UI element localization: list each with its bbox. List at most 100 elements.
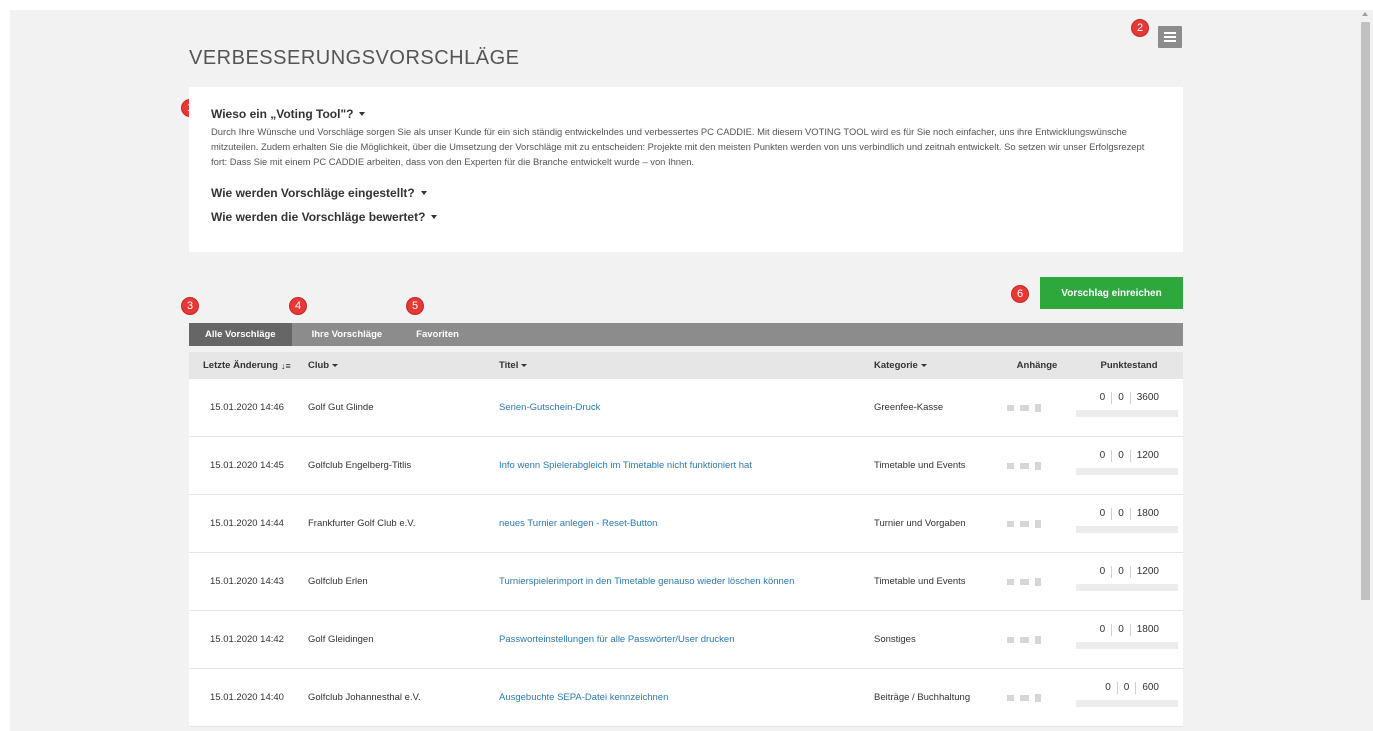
points-target: 600 [1142,682,1159,693]
row-attachments [1007,519,1067,528]
row-points: 0 0 1800 [1067,495,1183,553]
header-category[interactable]: Kategorie [874,360,1007,371]
tab-all-proposals[interactable]: Alle Vorschläge [189,323,292,346]
points-value-1: 0 [1099,624,1106,635]
header-points: Punktestand [1100,360,1158,371]
caret-down-icon [332,364,339,367]
points-progress-bar [1076,467,1178,475]
row-title-link[interactable]: Serien-Gutschein-Druck [499,402,600,413]
file-icon [1035,461,1041,470]
points-value-1: 0 [1099,450,1106,461]
row-attachments [1007,693,1067,702]
row-points: 0 0 1200 [1067,553,1183,611]
faq-question-voting-tool[interactable]: Wieso ein „Voting Tool"? [211,107,1161,121]
image-icon [1007,694,1014,701]
row-category: Greenfee-Kasse [874,402,944,413]
tab-favorites[interactable]: Favoriten [399,323,476,346]
table-row[interactable]: 15.01.2020 14:43 Golfclub Erlen Turniers… [189,553,1183,611]
row-title-link[interactable]: Ausgebuchte SEPA-Datei kennzeichnen [499,692,668,703]
row-points: 0 0 3600 [1067,379,1183,437]
faq-question-rating[interactable]: Wie werden die Vorschläge bewertet? [211,210,1161,224]
video-icon [1020,694,1029,701]
table-row[interactable]: 15.01.2020 14:40 Golfclub Johannesthal e… [189,669,1183,727]
row-attachments [1007,461,1067,470]
scroll-up-arrow-icon[interactable] [1362,12,1368,16]
page: VERBESSERUNGSVORSCHLÄGE 2 1 Wieso ein „V… [10,10,1358,731]
row-category: Turnier und Vorgaben [874,518,966,529]
points-progress-bar [1076,641,1178,649]
table-row[interactable]: 15.01.2020 14:46 Golf Gut Glinde Serien-… [189,379,1183,437]
row-club: Golfclub Engelberg-Titlis [308,460,412,471]
tab-your-proposals[interactable]: Ihre Vorschläge [292,323,400,346]
points-value-1: 0 [1099,508,1106,519]
row-title-link[interactable]: Turnierspielerimport in den Timetable ge… [499,576,794,587]
sort-desc-icon: ↓≡ [280,360,291,371]
row-date: 15.01.2020 14:43 [210,576,284,587]
points-progress-bar [1076,699,1178,707]
points-value-1: 0 [1099,566,1106,577]
faq-question-label: Wie werden Vorschläge eingestellt? [211,186,415,200]
header-last-change[interactable]: Letzte Änderung ↓≡ [189,360,308,371]
header-attachments: Anhänge [1016,360,1058,371]
row-title-link[interactable]: Passworteinstellungen für alle Passwörte… [499,634,735,645]
annotation-badge-2: 2 [1131,19,1149,37]
annotation-badge-6: 6 [1011,285,1029,303]
vertical-scrollbar[interactable] [1358,10,1373,731]
annotation-badge-4: 4 [289,297,307,315]
row-club: Golfclub Johannesthal e.V. [308,692,421,703]
table-row[interactable]: 15.01.2020 14:42 Golf Gleidingen Passwor… [189,611,1183,669]
row-club: Frankfurter Golf Club e.V. [308,518,416,529]
points-value-2: 0 [1118,566,1124,577]
annotation-badge-5: 5 [406,297,424,315]
row-category: Sonstiges [874,634,916,645]
table-row[interactable]: 15.01.2020 14:45 Golfclub Engelberg-Titl… [189,437,1183,495]
points-target: 3600 [1136,392,1159,403]
file-icon [1035,635,1041,644]
tab-bar: Alle Vorschläge Ihre Vorschläge Favorite… [189,323,1183,346]
points-value-2: 0 [1118,450,1124,461]
row-date: 15.01.2020 14:46 [210,402,284,413]
row-date: 15.01.2020 14:42 [210,634,284,645]
row-date: 15.01.2020 14:44 [210,518,284,529]
row-date: 15.01.2020 14:45 [210,460,284,471]
faq-answer-voting-tool: Durch Ihre Wünsche und Vorschläge sorgen… [211,126,1145,167]
hamburger-icon [1164,32,1176,34]
video-icon [1020,404,1029,411]
table-header: Letzte Änderung ↓≡ Club Titel Kategorie … [189,352,1183,379]
file-icon [1035,403,1041,412]
caret-down-icon [431,215,438,219]
proposals-table: Letzte Änderung ↓≡ Club Titel Kategorie … [189,352,1183,727]
file-icon [1035,693,1041,702]
image-icon [1007,462,1014,469]
faq-question-submit[interactable]: Wie werden Vorschläge eingestellt? [211,186,1161,200]
points-value-1: 0 [1105,682,1111,693]
row-points: 0 0 1200 [1067,437,1183,495]
faq-box: Wieso ein „Voting Tool"? Durch Ihre Wüns… [189,87,1183,252]
row-points: 0 0 1800 [1067,611,1183,669]
image-icon [1007,404,1014,411]
table-row[interactable]: 15.01.2020 14:44 Frankfurter Golf Club e… [189,495,1183,553]
annotation-badge-3: 3 [181,297,199,315]
table-body: 15.01.2020 14:46 Golf Gut Glinde Serien-… [189,379,1183,727]
points-value-2: 0 [1118,624,1124,635]
caret-down-icon [359,112,366,116]
row-title-link[interactable]: neues Turnier anlegen - Reset-Button [499,518,657,529]
image-icon [1007,636,1014,643]
row-attachments [1007,635,1067,644]
video-icon [1020,578,1029,585]
caret-down-icon [420,191,427,195]
video-icon [1020,636,1029,643]
video-icon [1020,462,1029,469]
row-title-link[interactable]: Info wenn Spielerabgleich im Timetable n… [499,460,752,471]
row-category: Timetable und Events [874,460,966,471]
points-progress-bar [1076,525,1178,533]
submit-proposal-button[interactable]: Vorschlag einreichen [1040,277,1183,309]
points-target: 1200 [1136,450,1159,461]
row-attachments [1007,577,1067,586]
header-club[interactable]: Club [308,360,499,371]
hamburger-menu-button[interactable] [1158,26,1182,48]
row-club: Golf Gut Glinde [308,402,374,413]
scrollbar-thumb[interactable] [1361,22,1370,600]
points-target: 1200 [1136,566,1159,577]
header-title[interactable]: Titel [499,360,874,371]
